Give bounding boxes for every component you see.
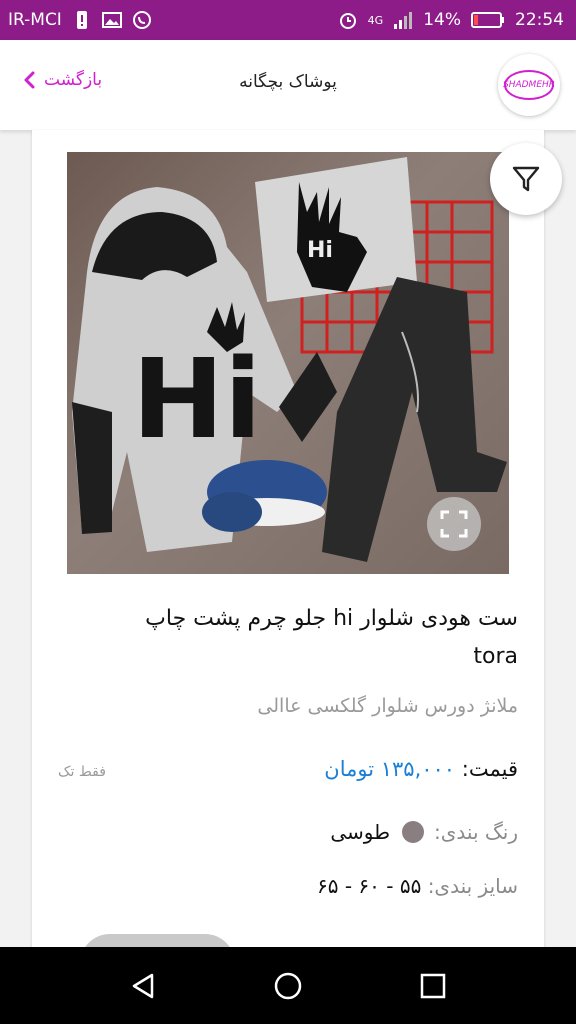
carrier-label: IR-MCI (8, 10, 62, 30)
color-row: رنگ بندی: طوسی (330, 820, 518, 844)
status-bar: IR-MCI 4G 14% 22:54 (0, 0, 576, 40)
svg-text:Hi: Hi (307, 238, 333, 263)
home-nav-icon[interactable] (273, 971, 303, 1001)
whatsapp-icon (132, 11, 151, 29)
svg-text:Hi: Hi (132, 335, 262, 463)
color-swatch (402, 821, 425, 843)
logo-text: SHADMEHR (503, 70, 555, 100)
size-value: ۵۵ - ۶۰ - ۶۵ (317, 874, 422, 898)
image-icon (101, 12, 122, 28)
price-label: قیمت: (461, 757, 518, 781)
recents-nav-icon[interactable] (418, 971, 448, 1001)
filter-icon (512, 166, 540, 192)
back-nav-icon[interactable] (128, 971, 158, 1001)
product-title[interactable]: ست هودی شلوار hi جلو چرم پشت چاپ tora (78, 600, 518, 676)
filter-button[interactable] (490, 143, 562, 215)
battery-icon (471, 12, 504, 28)
alarm-icon (339, 13, 356, 29)
color-label: رنگ بندی: (434, 820, 518, 844)
system-nav-bar (0, 947, 576, 1024)
product-description: ملانژ دورس شلوار گلکسی عاالی (257, 695, 518, 717)
clock: 22:54 (515, 10, 564, 30)
size-label: سایز بندی: (427, 874, 518, 898)
price-row: قیمت: ۱۳۵,۰۰۰ تومان (324, 757, 518, 781)
price-value: ۱۳۵,۰۰۰ تومان (324, 757, 456, 781)
signal-icon (394, 12, 413, 29)
page-title: پوشاک بچگانه (239, 72, 337, 92)
app-bar: بازگشت پوشاک بچگانه SHADMEHR (0, 40, 576, 130)
network-label: 4G (367, 13, 384, 27)
fullscreen-icon (440, 510, 468, 538)
color-value: طوسی (330, 820, 391, 844)
fullscreen-button[interactable] (427, 497, 481, 551)
battery-percent: 14% (423, 10, 461, 30)
product-title-line2: tora (473, 644, 518, 669)
single-only-note: فقط تک (58, 764, 106, 780)
product-title-line1: ست هودی شلوار hi جلو چرم پشت چاپ (145, 606, 518, 631)
size-row: سایز بندی: ۵۵ - ۶۰ - ۶۵ (317, 874, 518, 898)
brand-logo[interactable]: SHADMEHR (498, 54, 560, 116)
alert-icon (76, 11, 87, 29)
